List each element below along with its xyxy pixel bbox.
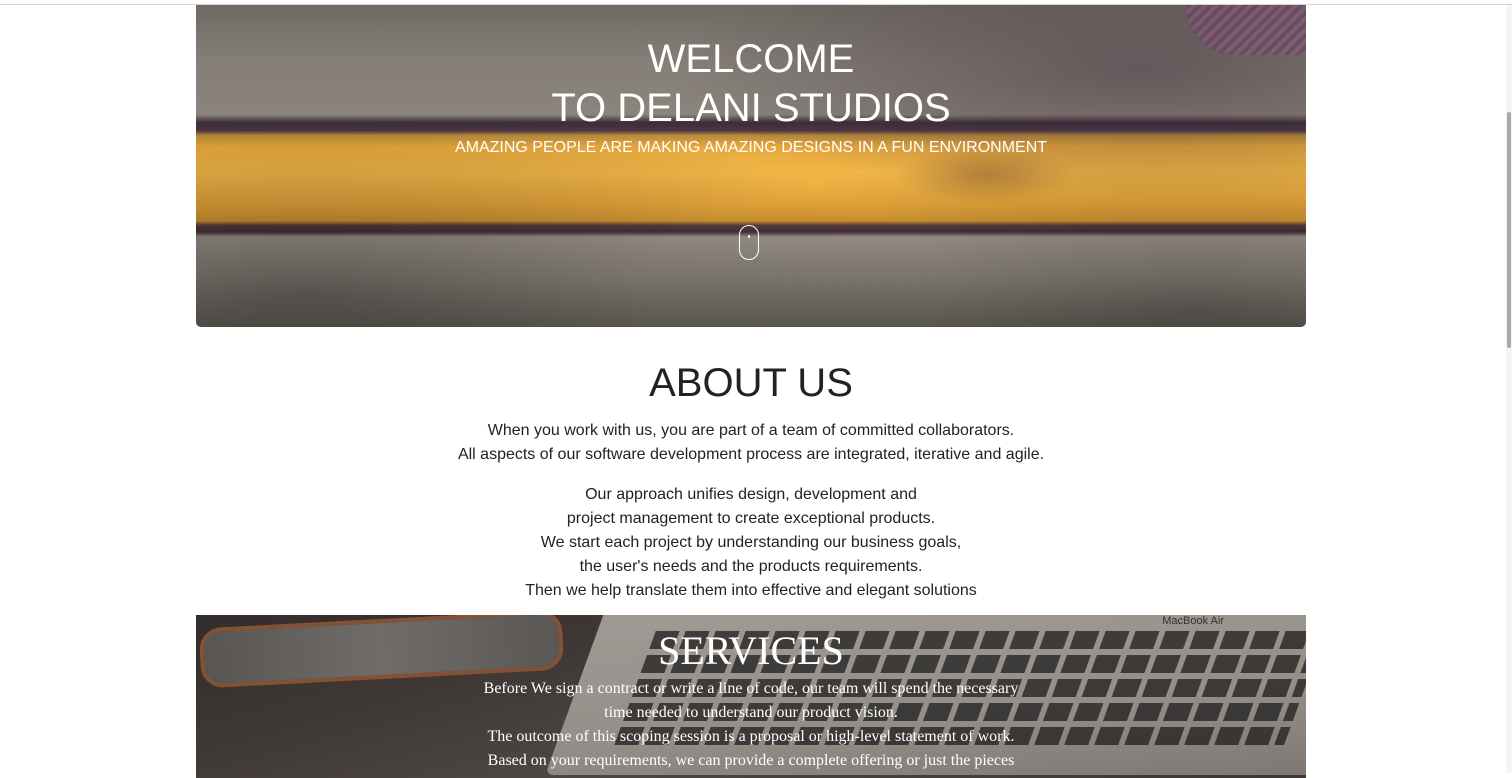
hero-section: WELCOME TO DELANI STUDIOS AMAZING PEOPLE… [196, 5, 1306, 327]
services-title: SERVICES [658, 628, 844, 673]
hero-subtitle: AMAZING PEOPLE ARE MAKING AMAZING DESIGN… [454, 139, 1048, 156]
about-line: All aspects of our software development … [457, 446, 1045, 463]
about-line: When you work with us, you are part of a… [487, 422, 1015, 439]
vertical-scrollbar[interactable] [1506, 5, 1512, 773]
about-paragraph-1: When you work with us, you are part of a… [196, 419, 1306, 467]
about-line: We start each project by understanding o… [540, 534, 962, 551]
services-description: Before We sign a contract or write a lin… [196, 677, 1306, 773]
about-line: the user's needs and the products requir… [579, 558, 923, 575]
mouse-scroll-icon[interactable] [739, 225, 759, 260]
about-title: ABOUT US [649, 361, 853, 405]
mouse-wheel-dot [748, 235, 750, 238]
services-line: The outcome of this scoping session is a… [487, 728, 1015, 745]
hero-title-line2: TO DELANI STUDIOS [551, 86, 951, 130]
about-line: Our approach unifies design, development… [585, 486, 917, 503]
about-section: ABOUT US When you work with us, you are … [196, 355, 1306, 603]
hero-title: WELCOME TO DELANI STUDIOS [196, 35, 1306, 133]
about-paragraph-2: Our approach unifies design, development… [196, 483, 1306, 603]
hero-title-line1: WELCOME [647, 37, 855, 81]
scrollbar-thumb[interactable] [1507, 112, 1511, 348]
services-section: MacBook Air SERVICES Before We sign a co… [196, 615, 1306, 778]
about-line: project management to create exceptional… [566, 510, 936, 527]
services-line: Based on your requirements, we can provi… [487, 752, 1015, 769]
services-line: Before We sign a contract or write a lin… [483, 680, 1019, 697]
page-container: WELCOME TO DELANI STUDIOS AMAZING PEOPLE… [196, 5, 1306, 778]
about-line: Then we help translate them into effecti… [525, 582, 977, 599]
services-line: time needed to understand our product vi… [604, 704, 898, 721]
